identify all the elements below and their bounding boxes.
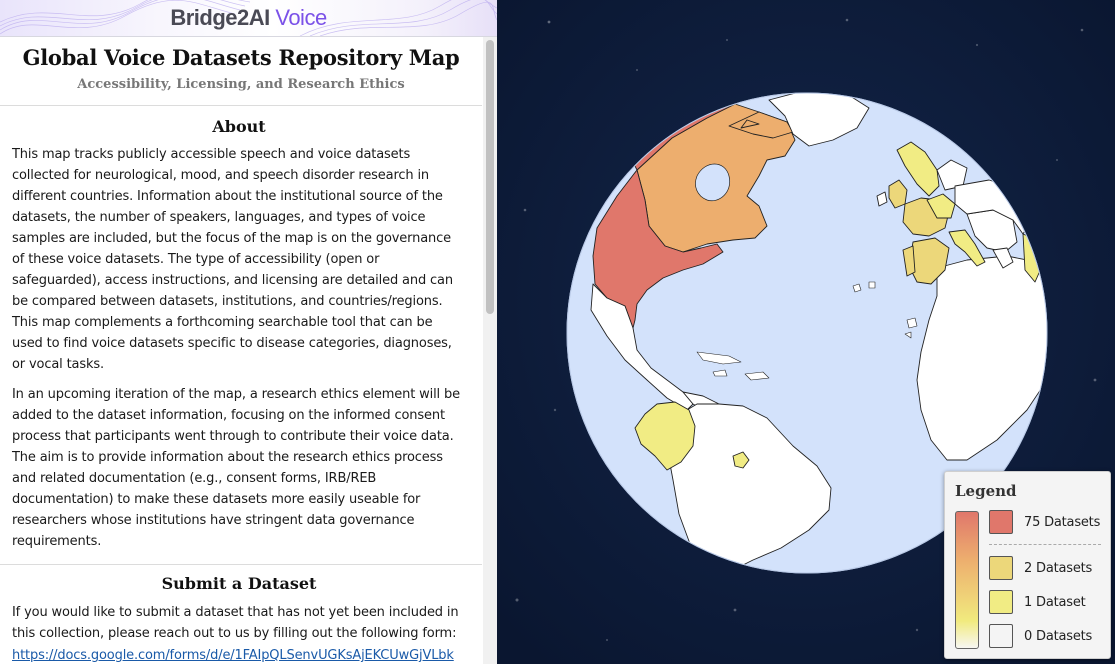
legend-separator [989, 544, 1101, 545]
legend-item-75: 75 Datasets [989, 510, 1100, 534]
panel-scroll-area[interactable]: Global Voice Datasets Repository Map Acc… [0, 37, 482, 664]
legend-label-1: 1 Dataset [1024, 594, 1086, 610]
legend-item-2: 2 Datasets [989, 556, 1092, 580]
about-paragraph-2: In an upcoming iteration of the map, a r… [12, 387, 460, 549]
submit-heading: Submit a Dataset [161, 574, 317, 593]
legend-item-1: 1 Dataset [989, 590, 1086, 614]
legend: Legend 75 Datasets 2 Datasets 1 Dataset … [944, 471, 1111, 659]
brand-product: Voice [275, 5, 327, 30]
info-panel: Bridge2AI Voice Global Voice Datasets Re… [0, 0, 498, 664]
legend-label-75: 75 Datasets [1024, 514, 1101, 530]
legend-swatch-1 [989, 590, 1013, 614]
submit-form-link[interactable]: https://docs.google.com/forms/d/e/1FAIpQ… [12, 648, 454, 663]
legend-label-2: 2 Datasets [1024, 560, 1093, 576]
about-paragraph-1: This map tracks publicly accessible spee… [12, 147, 453, 372]
legend-item-0: 0 Datasets [989, 624, 1092, 648]
scrollbar-thumb[interactable] [486, 40, 494, 314]
legend-label-0: 0 Datasets [1024, 628, 1093, 644]
submit-section: Submit a Dataset If you would like to su… [0, 565, 482, 663]
brand-header: Bridge2AI Voice [0, 0, 497, 37]
brand-name: Bridge2AI [170, 5, 270, 30]
legend-gradient-bar [955, 511, 979, 649]
legend-swatch-75 [989, 510, 1013, 534]
brand-logo[interactable]: Bridge2AI Voice [0, 5, 497, 31]
legend-title: Legend [955, 482, 1017, 500]
page-subtitle: Accessibility, Licensing, and Research E… [77, 77, 405, 92]
submit-paragraph: If you would like to submit a dataset th… [12, 605, 459, 641]
about-heading: About [212, 117, 266, 136]
title-block: Global Voice Datasets Repository Map Acc… [0, 37, 482, 106]
page-title: Global Voice Datasets Repository Map [22, 45, 460, 70]
about-section: About This map tracks publicly accessibl… [0, 106, 482, 565]
legend-swatch-2 [989, 556, 1013, 580]
legend-swatch-0 [989, 624, 1013, 648]
